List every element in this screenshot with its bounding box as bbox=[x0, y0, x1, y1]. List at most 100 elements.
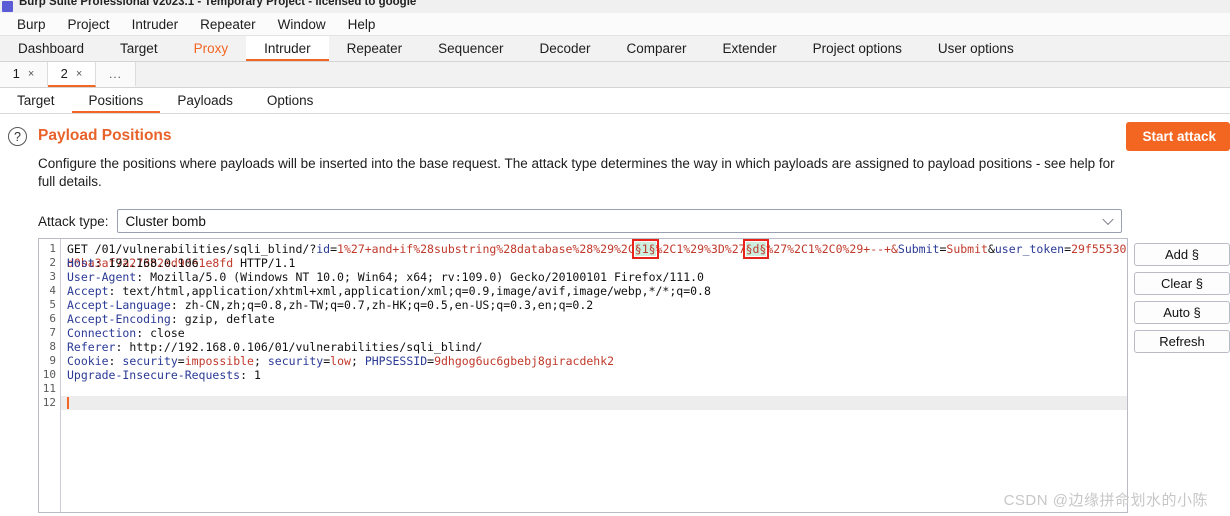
request-text-segment: : 192.168.0.106 bbox=[94, 256, 199, 270]
start-attack-button[interactable]: Start attack bbox=[1126, 122, 1230, 151]
tab-project-options[interactable]: Project options bbox=[795, 36, 920, 61]
menu-item-window[interactable]: Window bbox=[267, 13, 337, 36]
close-icon[interactable]: × bbox=[76, 68, 82, 80]
refresh-button[interactable]: Refresh bbox=[1134, 330, 1230, 353]
intruder-tab-1[interactable]: 1 × bbox=[0, 62, 48, 87]
attack-type-row: Attack type: Cluster bomb bbox=[38, 209, 1230, 233]
request-text-segment: : Mozilla/5.0 (Windows NT 10.0; Win64; x… bbox=[136, 270, 704, 284]
line-number-gutter: 1 2 3 4 5 6 7 8 9 10 11 12 bbox=[39, 239, 61, 512]
tab-dashboard[interactable]: Dashboard bbox=[0, 36, 102, 61]
request-text-segment: = bbox=[177, 354, 185, 368]
request-line: Upgrade-Insecure-Requests: 1 bbox=[67, 368, 1127, 382]
main-tab-bar: Dashboard Target Proxy Intruder Repeater… bbox=[0, 36, 1230, 62]
window-title: Burp Suite Professional v2023.1 - Tempor… bbox=[19, 0, 417, 8]
request-line: Cookie: security=impossible; security=lo… bbox=[67, 354, 1127, 368]
tab-positions[interactable]: Positions bbox=[71, 88, 161, 113]
clear-marker-button[interactable]: Clear § bbox=[1134, 272, 1230, 295]
burp-logo-icon bbox=[2, 1, 13, 12]
request-text-segment: Cookie bbox=[67, 354, 109, 368]
request-text-segment: : gzip, deflate bbox=[170, 312, 275, 326]
request-editor[interactable]: 1 2 3 4 5 6 7 8 9 10 11 12 GET /01/vulnerabilities/… bbox=[38, 238, 1128, 513]
intruder-instance-tab-bar: 1 × 2 × ... bbox=[0, 62, 1230, 88]
menu-bar: Burp Project Intruder Repeater Window He… bbox=[0, 13, 1230, 36]
request-text-segment: ; bbox=[253, 354, 268, 368]
request-line: Accept: text/html,application/xhtml+xml,… bbox=[67, 284, 1127, 298]
payload-position-marker-2[interactable]: §d§ bbox=[742, 239, 770, 259]
request-text-segment: : text/html,application/xhtml+xml,applic… bbox=[108, 284, 711, 298]
line-number: 8 bbox=[49, 340, 56, 353]
request-text-segment: Accept bbox=[67, 284, 109, 298]
request-text-segment: Upgrade-Insecure-Requests bbox=[67, 368, 241, 382]
close-icon[interactable]: × bbox=[28, 68, 34, 80]
menu-item-help[interactable]: Help bbox=[337, 13, 387, 36]
intruder-tab-2[interactable]: 2 × bbox=[48, 62, 96, 87]
payload-positions-panel: ? Payload Positions Configure the positi… bbox=[0, 114, 1230, 233]
line-number: 2 bbox=[49, 256, 56, 269]
request-text-segment: Submit bbox=[946, 242, 988, 256]
tab-intruder[interactable]: Intruder bbox=[246, 36, 329, 61]
request-line: Connection: close bbox=[67, 326, 1127, 340]
attack-type-value: Cluster bomb bbox=[125, 213, 206, 229]
tab-decoder[interactable]: Decoder bbox=[521, 36, 608, 61]
tab-comparer[interactable]: Comparer bbox=[609, 36, 705, 61]
tab-target-sub[interactable]: Target bbox=[0, 88, 72, 113]
chevron-down-icon bbox=[1101, 213, 1114, 226]
attack-type-select[interactable]: Cluster bomb bbox=[116, 209, 1122, 233]
request-text-segment: : bbox=[108, 354, 123, 368]
line-number: 4 bbox=[49, 284, 56, 297]
tab-extender[interactable]: Extender bbox=[705, 36, 795, 61]
request-text-segment: & bbox=[987, 242, 995, 256]
question-mark-icon[interactable]: ? bbox=[8, 127, 27, 146]
window-title-bar: Burp Suite Professional v2023.1 - Tempor… bbox=[0, 0, 1230, 13]
request-text-segment: id bbox=[316, 242, 331, 256]
request-text-segment: Accept-Encoding bbox=[67, 312, 171, 326]
tab-target[interactable]: Target bbox=[102, 36, 176, 61]
line-number: 5 bbox=[49, 298, 56, 311]
tab-payloads[interactable]: Payloads bbox=[160, 88, 250, 113]
tab-sequencer[interactable]: Sequencer bbox=[420, 36, 521, 61]
line-number: 12 bbox=[42, 396, 56, 409]
panel-header: ? Payload Positions bbox=[0, 124, 1230, 146]
request-text-segment: security bbox=[267, 354, 324, 368]
line-number: 10 bbox=[42, 368, 56, 381]
menu-item-project[interactable]: Project bbox=[57, 13, 121, 36]
request-text-segment: : zh-CN,zh;q=0.8,zh-TW;q=0.7,zh-HK;q=0.5… bbox=[170, 298, 594, 312]
watermark: CSDN @边缘拼命划水的小陈 bbox=[1003, 492, 1208, 509]
request-text[interactable]: GET /01/vulnerabilities/sqli_blind/?id = 1… bbox=[61, 239, 1127, 512]
request-text-segment: : close bbox=[136, 326, 185, 340]
request-text-segment: security bbox=[122, 354, 178, 368]
request-text-segment: : 1 bbox=[240, 368, 261, 382]
request-text-segment: impossible bbox=[184, 354, 254, 368]
line-number: 1 bbox=[49, 242, 56, 255]
request-line bbox=[61, 396, 1127, 410]
request-text-segment: %2C1%29%3D%27 bbox=[655, 242, 746, 256]
request-line: Accept-Language: zh-CN,zh;q=0.8,zh-TW;q=… bbox=[67, 298, 1127, 312]
line-number: 11 bbox=[42, 382, 56, 395]
request-text-segment: user_token bbox=[994, 242, 1065, 256]
page-title: Payload Positions bbox=[38, 127, 172, 144]
intruder-sub-tab-bar: Target Positions Payloads Options bbox=[0, 88, 1230, 114]
tab-user-options[interactable]: User options bbox=[920, 36, 1032, 61]
tab-proxy[interactable]: Proxy bbox=[176, 36, 247, 61]
request-text-segment: HTTP/1.1 bbox=[233, 256, 296, 270]
request-text-segment: GET /01/vulnerabilities/sqli_blind/? bbox=[67, 242, 317, 256]
add-marker-button[interactable]: Add § bbox=[1134, 243, 1230, 266]
menu-item-repeater[interactable]: Repeater bbox=[189, 13, 267, 36]
request-text-segment: Referer bbox=[67, 340, 116, 354]
request-text-segment: 1%27+and+if%28substring%28database%28%29… bbox=[337, 242, 635, 256]
request-line: GET /01/vulnerabilities/sqli_blind/?id=1… bbox=[67, 239, 1127, 270]
request-line: User-Agent: Mozilla/5.0 (Windows NT 10.0… bbox=[67, 270, 1127, 284]
auto-marker-button[interactable]: Auto § bbox=[1134, 301, 1230, 324]
line-number: 6 bbox=[49, 312, 56, 325]
request-text-segment: Submit bbox=[897, 242, 940, 256]
text-caret bbox=[67, 397, 69, 409]
tab-repeater[interactable]: Repeater bbox=[329, 36, 421, 61]
menu-item-intruder[interactable]: Intruder bbox=[121, 13, 190, 36]
intruder-tab-overflow[interactable]: ... bbox=[96, 62, 136, 87]
menu-item-burp[interactable]: Burp bbox=[6, 13, 57, 36]
tab-options[interactable]: Options bbox=[250, 88, 331, 113]
attack-type-label: Attack type: bbox=[38, 213, 109, 229]
payload-position-marker-1[interactable]: §1§ bbox=[631, 239, 659, 259]
request-text-segment: low bbox=[330, 354, 351, 368]
line-number: 9 bbox=[49, 354, 56, 367]
